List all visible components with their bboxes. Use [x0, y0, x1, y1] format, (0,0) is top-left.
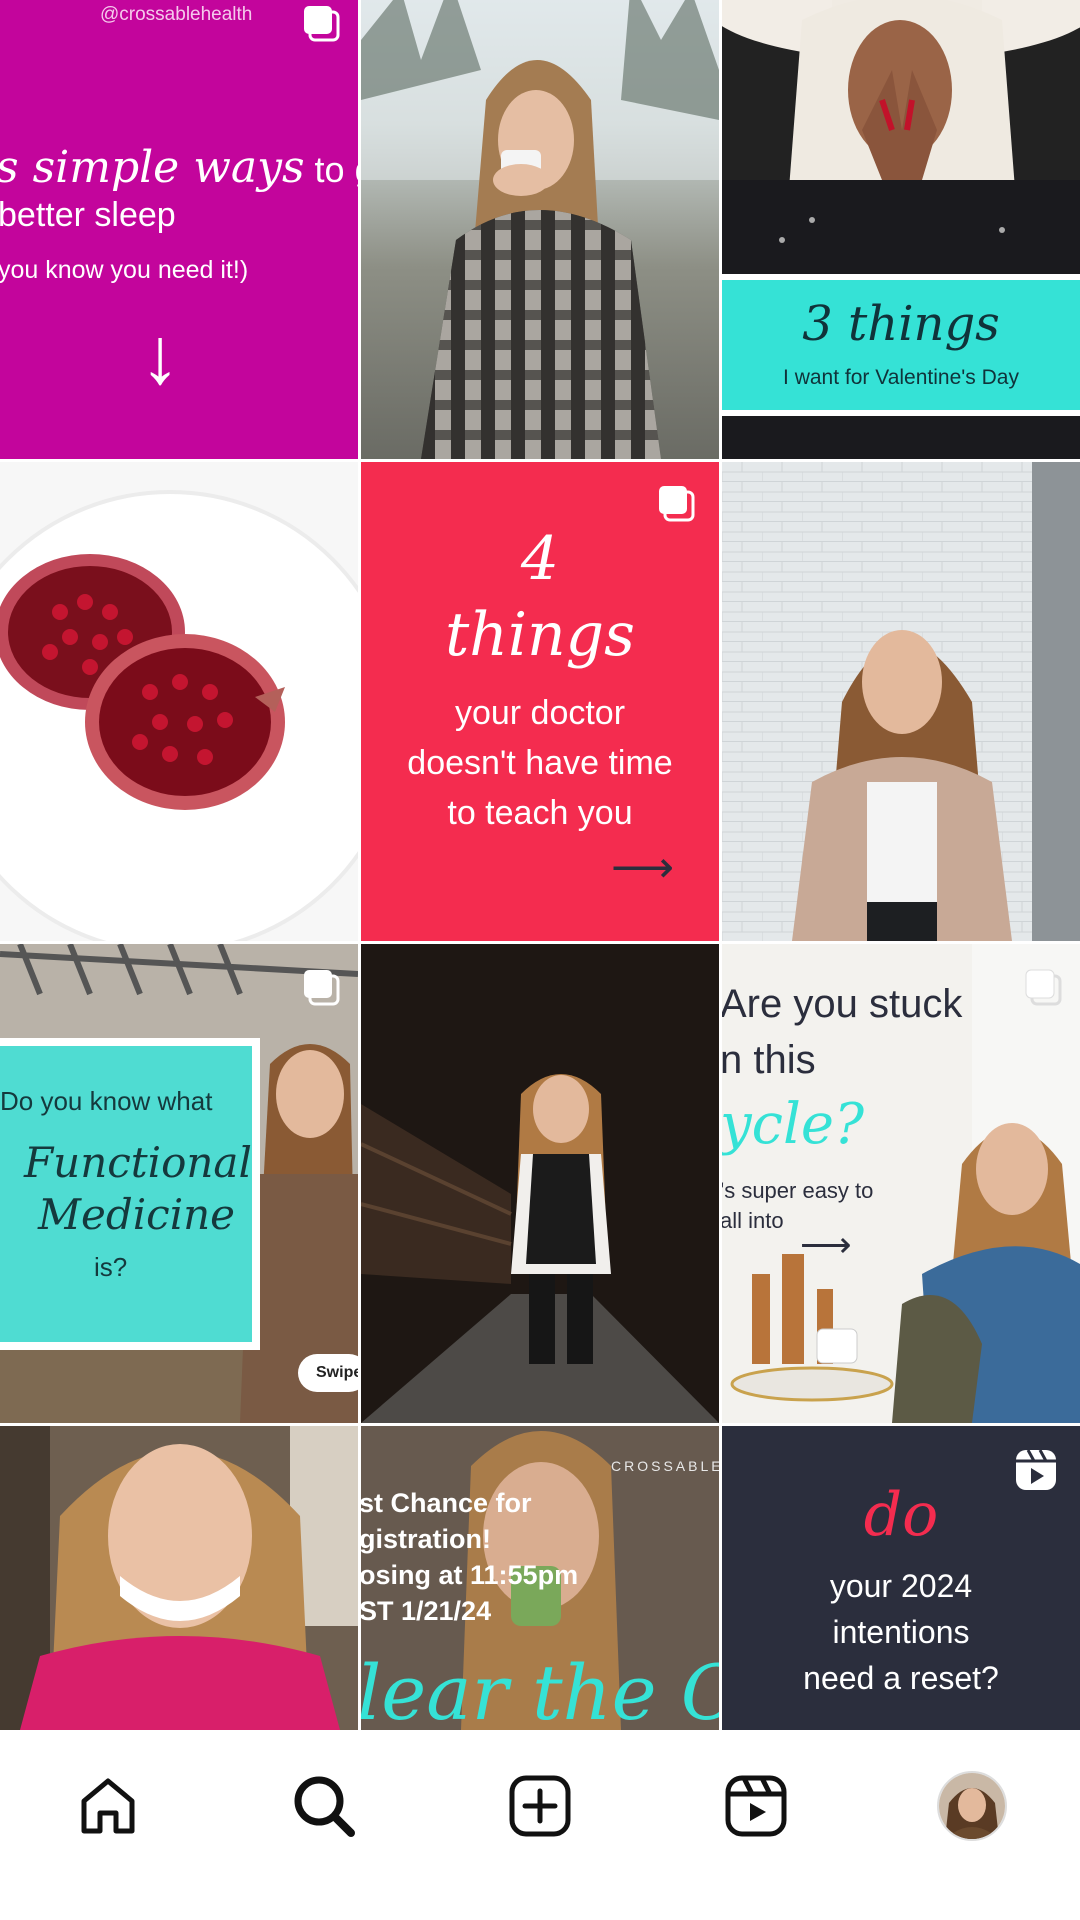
- post-registration[interactable]: CROSSABLE H st Chance for gistration! os…: [361, 1426, 719, 1730]
- nav-profile[interactable]: [932, 1766, 1012, 1846]
- create-post-icon: [509, 1775, 571, 1837]
- carousel-icon: [304, 970, 340, 1006]
- post-photo-brick-wall[interactable]: [722, 462, 1080, 941]
- post-number: 4: [520, 524, 560, 594]
- banner-subtitle: I want for Valentine's Day: [783, 366, 1019, 389]
- post-body-line3: to teach you: [447, 794, 633, 832]
- caption-line3: Medicine: [38, 1190, 236, 1239]
- bottom-nav: [0, 1730, 1080, 1920]
- nav-reels[interactable]: [716, 1766, 796, 1846]
- post-photo-pink-jacket[interactable]: [0, 1426, 358, 1730]
- photo: [361, 944, 719, 1423]
- swipe-label: Swipe: [316, 1364, 358, 1381]
- nav-search[interactable]: [284, 1766, 364, 1846]
- caption-line2: intentions: [832, 1614, 970, 1650]
- caption-box: Do you know what Functional Medicine is?: [0, 1038, 260, 1350]
- post-intentions[interactable]: do your 2024 intentions need a reset?: [722, 1426, 1080, 1730]
- caption-line1: your 2024: [829, 1568, 973, 1604]
- brand-label: CROSSABLE H: [611, 1458, 719, 1474]
- carousel-icon: [659, 486, 695, 522]
- post-title: s simple ways to get: [0, 142, 358, 193]
- watermark: @crossablehealth: [100, 4, 253, 25]
- post-functional-medicine[interactable]: Do you know what Functional Medicine is?…: [0, 944, 358, 1423]
- caption-line4: is?: [94, 1252, 128, 1282]
- down-arrow-icon: ↓: [140, 311, 180, 400]
- nav-home[interactable]: [68, 1766, 148, 1846]
- post-body-line1: your doctor: [454, 694, 626, 732]
- right-arrow-icon: ⟶: [800, 1224, 852, 1265]
- caption-line3: need a reset?: [803, 1660, 999, 1696]
- caption-line5: all into: [722, 1208, 784, 1233]
- carousel-icon: [304, 6, 340, 42]
- post-stuck-cycle[interactable]: Are you stuck n this ycle? 's super easy…: [722, 944, 1080, 1423]
- post-body-line2: doesn't have time: [407, 744, 673, 782]
- avatar: [937, 1771, 1007, 1841]
- post-note: you know you need it!): [0, 256, 249, 284]
- caption-line4: ST 1/21/24: [361, 1596, 492, 1626]
- post-subtitle: better sleep: [0, 196, 176, 234]
- caption-banner: 3 things I want for Valentine's Day: [722, 274, 1080, 416]
- photo: [0, 490, 358, 941]
- caption-line4: 's super easy to: [722, 1178, 874, 1203]
- photo: [0, 1426, 358, 1730]
- photo: [722, 462, 1080, 941]
- post-pomegranate[interactable]: [0, 462, 358, 941]
- posts-grid: @crossablehealth s simple ways to get be…: [0, 0, 1080, 1730]
- caption-line1: st Chance for: [361, 1488, 532, 1518]
- right-arrow-icon: ⟶: [611, 843, 675, 892]
- caption-line3: osing at 11:55pm: [361, 1560, 579, 1590]
- home-icon: [81, 1778, 135, 1834]
- post-photo-tunnel[interactable]: [361, 944, 719, 1423]
- profile-photo: [939, 1773, 1005, 1839]
- search-icon: [294, 1776, 355, 1837]
- post-better-sleep[interactable]: @crossablehealth s simple ways to get be…: [0, 0, 358, 459]
- reels-icon: [725, 1775, 787, 1837]
- carousel-icon: [1025, 969, 1062, 1006]
- person-illustration: [361, 0, 719, 459]
- reel-icon: [1016, 1449, 1056, 1490]
- post-title: things: [445, 600, 635, 670]
- caption-script: lear the Cr: [361, 1648, 719, 1730]
- caption-line2: n this: [722, 1038, 816, 1082]
- post-photo-mug[interactable]: [361, 0, 719, 459]
- post-four-things[interactable]: 4 things your doctor doesn't have time t…: [361, 462, 719, 941]
- banner-title: 3 things: [802, 296, 1000, 352]
- swipe-tag: Swipe: [298, 1354, 358, 1392]
- nav-create[interactable]: [500, 1766, 580, 1846]
- caption-line1: Do you know what: [0, 1086, 213, 1116]
- caption-line1: Are you stuck: [722, 982, 963, 1026]
- caption-line3: ycle?: [722, 1092, 865, 1157]
- caption-line2: gistration!: [361, 1524, 491, 1554]
- post-valentine[interactable]: 3 things I want for Valentine's Day: [722, 0, 1080, 459]
- caption-line2: Functional: [24, 1138, 252, 1187]
